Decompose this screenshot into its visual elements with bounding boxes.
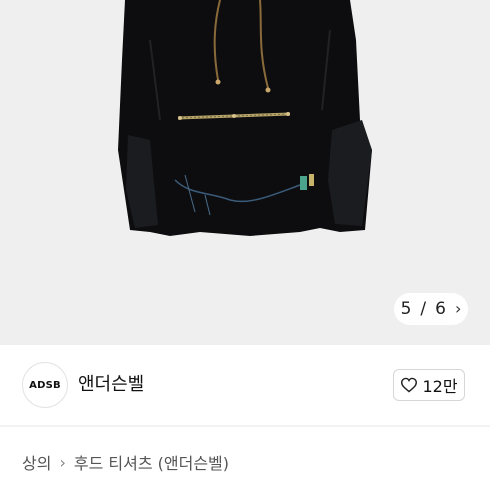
page-separator: / [420, 299, 427, 319]
store-name[interactable]: 앤더슨벨 [78, 370, 144, 396]
product-title-cutoff [22, 482, 482, 494]
chevron-right-icon: › [59, 452, 66, 472]
section-divider [0, 425, 490, 427]
current-page: 5 [400, 299, 412, 319]
like-count: 12만 [422, 377, 458, 396]
breadcrumb: 상의 › 후드 티셔츠 (앤더슨벨) [22, 450, 229, 474]
store-logo[interactable]: ADSB [22, 362, 68, 408]
heart-outline-icon [401, 377, 418, 393]
breadcrumb-category[interactable]: 상의 [22, 450, 51, 474]
total-pages: 6 [435, 299, 446, 319]
chevron-right-icon[interactable]: › [455, 301, 461, 317]
product-image-gallery[interactable]: 5 / 6 › [0, 0, 490, 345]
store-logo-text: ADSB [29, 379, 61, 391]
breadcrumb-subcategory[interactable]: 후드 티셔츠 (앤더슨벨) [74, 450, 229, 474]
image-page-counter[interactable]: 5 / 6 › [394, 293, 468, 325]
store-like-button[interactable]: 12만 [393, 369, 465, 401]
